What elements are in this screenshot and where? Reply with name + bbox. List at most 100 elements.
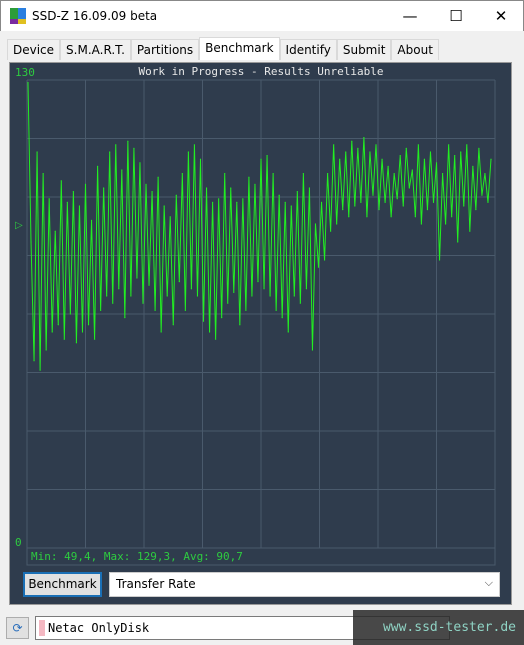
tab-partitions[interactable]: Partitions <box>130 39 200 60</box>
data-point <box>290 205 292 207</box>
data-point <box>423 158 426 160</box>
data-point <box>36 151 38 153</box>
data-point <box>381 158 383 160</box>
benchmark-button[interactable]: Benchmark <box>23 572 102 597</box>
data-point <box>375 144 377 146</box>
data-point <box>124 317 126 319</box>
data-point <box>205 187 208 189</box>
data-point <box>100 309 102 311</box>
data-point <box>326 173 329 175</box>
data-point <box>372 194 374 196</box>
data-point <box>284 201 286 203</box>
data-point <box>445 223 447 225</box>
data-point <box>166 295 168 297</box>
data-point <box>118 288 120 290</box>
data-point <box>178 281 180 283</box>
data-point <box>172 324 174 326</box>
data-point <box>130 295 132 297</box>
tab-smart[interactable]: S.M.A.R.T. <box>60 39 131 60</box>
tab-device[interactable]: Device <box>7 39 61 60</box>
data-point <box>57 324 59 326</box>
data-point <box>224 173 226 175</box>
data-point <box>448 144 450 146</box>
data-point <box>311 349 314 351</box>
data-point <box>27 81 29 84</box>
data-point <box>184 309 186 311</box>
data-point <box>109 151 111 153</box>
minimize-button[interactable]: — <box>387 5 433 29</box>
data-point <box>127 140 129 142</box>
refresh-button[interactable]: ⟳ <box>6 617 29 639</box>
data-point <box>103 187 105 189</box>
data-point <box>45 349 47 351</box>
tab-benchmark[interactable]: Benchmark <box>199 37 280 60</box>
data-point <box>106 295 108 297</box>
data-point <box>175 194 177 196</box>
data-point <box>469 230 471 232</box>
data-point <box>260 158 262 160</box>
data-point <box>190 288 193 290</box>
data-point <box>211 201 214 203</box>
data-point <box>196 295 199 297</box>
watermark: www.ssd-tester.de <box>353 610 524 645</box>
data-point <box>484 173 486 175</box>
close-button[interactable]: ✕ <box>478 5 524 29</box>
data-point <box>281 317 283 319</box>
series-group <box>27 81 492 371</box>
data-point <box>33 360 35 362</box>
data-point <box>239 324 241 326</box>
transfer-rate-line <box>27 82 492 371</box>
data-point <box>490 158 492 160</box>
data-point <box>151 191 153 193</box>
data-point <box>115 144 117 146</box>
tab-submit[interactable]: Submit <box>336 39 392 60</box>
data-point <box>435 162 438 164</box>
data-point <box>275 309 277 311</box>
data-point <box>139 162 141 164</box>
data-point <box>384 201 386 203</box>
data-point <box>218 198 220 200</box>
data-point <box>221 317 223 319</box>
tab-identify[interactable]: Identify <box>279 39 337 60</box>
data-point <box>441 173 444 175</box>
data-point <box>272 173 274 175</box>
data-point <box>387 165 389 167</box>
data-point <box>393 173 395 175</box>
data-point <box>411 169 413 171</box>
data-point <box>360 201 362 203</box>
data-point <box>230 187 232 189</box>
data-point <box>181 173 183 175</box>
data-point <box>342 209 344 211</box>
data-point <box>466 144 468 146</box>
data-point <box>308 187 311 189</box>
data-point <box>451 216 453 218</box>
maximize-button[interactable]: ☐ <box>433 5 479 29</box>
data-point <box>432 201 435 203</box>
chart-title: Work in Progress - Results Unreliable <box>138 65 383 78</box>
data-point <box>257 281 259 283</box>
data-point <box>72 191 74 193</box>
data-point <box>299 302 301 304</box>
data-point <box>357 147 359 149</box>
data-point <box>408 187 410 189</box>
data-point <box>69 313 71 315</box>
data-point <box>254 183 256 185</box>
drive-color-indicator <box>39 620 45 636</box>
data-point <box>351 140 353 142</box>
data-point <box>320 201 323 203</box>
data-point <box>369 151 371 153</box>
data-point <box>438 259 441 261</box>
data-point <box>97 165 99 167</box>
data-point <box>154 309 156 311</box>
mode-select[interactable]: Transfer Rate ⌵ <box>109 572 500 597</box>
data-point <box>336 223 338 225</box>
data-point <box>39 369 41 371</box>
data-point <box>460 151 462 153</box>
data-point <box>330 230 332 232</box>
data-point <box>287 331 289 333</box>
tab-about[interactable]: About <box>391 39 439 60</box>
data-point <box>160 331 162 333</box>
benchmark-panel: 130 0 Work in Progress - Results Unrelia… <box>9 62 512 605</box>
data-point <box>405 147 407 149</box>
window-title: SSD-Z 16.09.09 beta <box>32 9 158 23</box>
